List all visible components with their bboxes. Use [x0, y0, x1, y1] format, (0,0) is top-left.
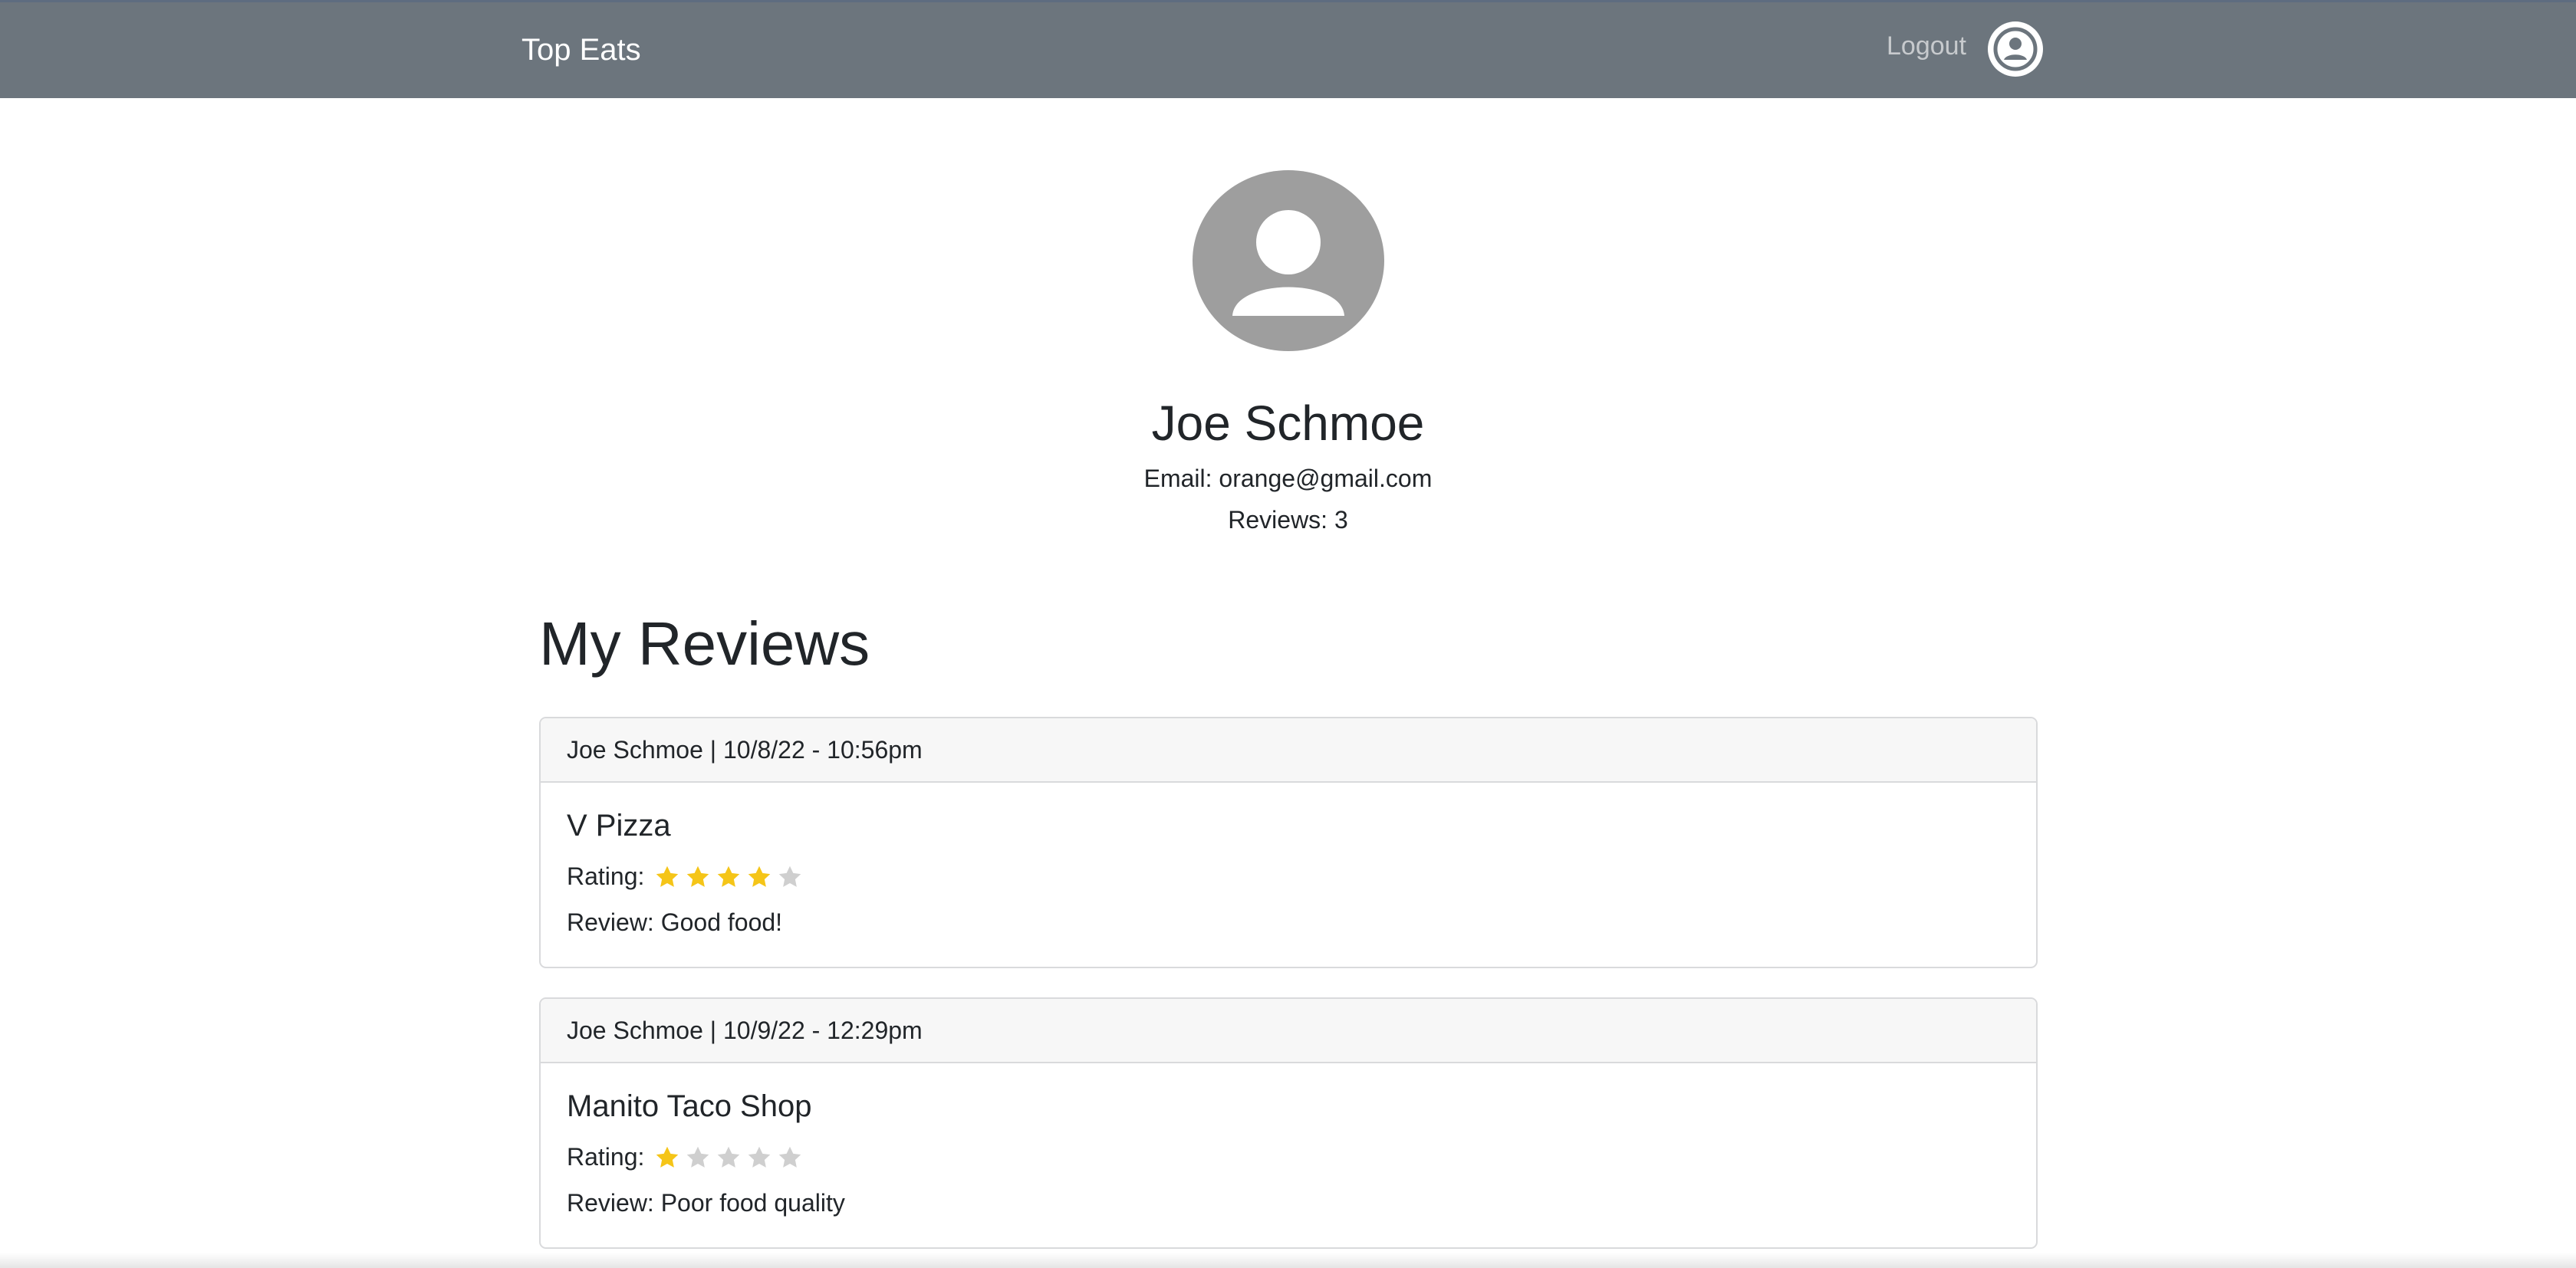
user-avatar-icon: [1192, 170, 1384, 351]
star-filled-icon: [656, 1146, 679, 1168]
star-filled-icon: [687, 866, 709, 887]
profile-section: Joe Schmoe Email: orange@gmail.com Revie…: [0, 170, 2576, 532]
top-navbar: Top Eats Logout: [0, 0, 2576, 98]
review-restaurant-name: V Pizza: [567, 809, 671, 843]
rating-stars: [652, 863, 805, 891]
my-reviews-heading: My Reviews: [539, 609, 870, 678]
review-card-header: Joe Schmoe | 10/8/22 - 10:56pm: [541, 718, 2036, 783]
star-filled-icon: [748, 866, 771, 887]
review-rating: Rating:: [567, 1143, 805, 1171]
star-empty-icon: [718, 1146, 740, 1168]
profile-email: Email: orange@gmail.com: [1143, 465, 1433, 492]
review-card-header: Joe Schmoe | 10/9/22 - 12:29pm: [541, 999, 2036, 1063]
review-card: Joe Schmoe | 10/8/22 - 10:56pm V Pizza R…: [539, 717, 2038, 968]
star-empty-icon: [687, 1146, 709, 1168]
review-card: Joe Schmoe | 10/9/22 - 12:29pm Manito Ta…: [539, 997, 2038, 1249]
user-circle-icon[interactable]: [1988, 21, 2043, 77]
rating-label: Rating:: [567, 862, 645, 890]
star-filled-icon: [656, 866, 679, 887]
review-restaurant-name: Manito Taco Shop: [567, 1089, 812, 1123]
star-empty-icon: [779, 866, 801, 887]
review-card-body: Manito Taco Shop Rating: Review: Poor fo…: [541, 1063, 2036, 1247]
profile-name: Joe Schmoe: [1151, 396, 1425, 451]
brand-link[interactable]: Top Eats: [521, 33, 641, 67]
review-text: Review: Good food!: [567, 908, 783, 936]
review-card-body: V Pizza Rating: Review: Good food!: [541, 783, 2036, 967]
star-filled-icon: [718, 866, 740, 887]
rating-stars: [652, 1144, 805, 1171]
review-text: Review: Poor food quality: [567, 1189, 845, 1217]
bottom-scroll-shadow: [0, 1253, 2576, 1268]
review-rating: Rating:: [567, 862, 805, 891]
rating-label: Rating:: [567, 1143, 645, 1171]
star-empty-icon: [779, 1146, 801, 1168]
profile-review-count: Reviews: 3: [1228, 506, 1348, 534]
logout-link[interactable]: Logout: [1887, 31, 1966, 61]
star-empty-icon: [748, 1146, 771, 1168]
